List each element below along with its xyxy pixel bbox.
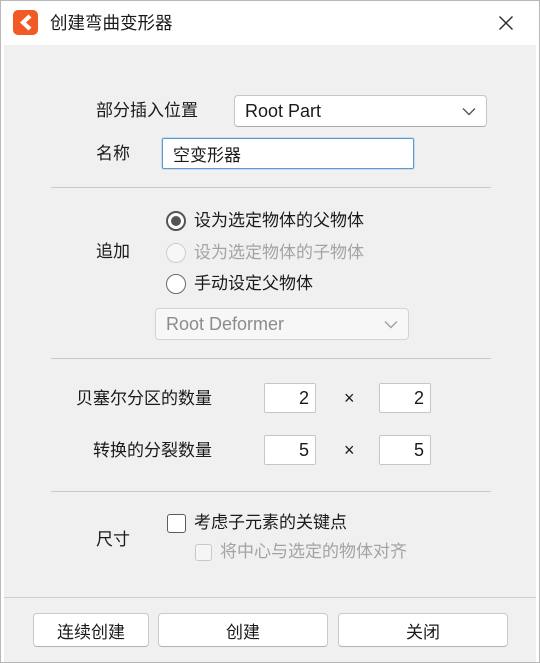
transform-divisions-x-input[interactable] xyxy=(264,435,316,465)
bezier-divisions-x-input[interactable] xyxy=(264,383,316,413)
bezier-divisions-label: 贝塞尔分区的数量 xyxy=(76,389,212,408)
close-icon xyxy=(499,16,513,30)
dialog-window: 创建弯曲变形器 部分插入位置 Root Part 名称 追加 设为选定物体的父物… xyxy=(0,0,540,663)
radio-set-as-child[interactable]: 设为选定物体的子物体 xyxy=(166,242,364,264)
continuous-create-button[interactable]: 连续创建 xyxy=(33,613,149,647)
checkbox[interactable] xyxy=(195,543,212,561)
window-title: 创建弯曲变形器 xyxy=(50,13,173,33)
close-window-button[interactable] xyxy=(489,6,523,40)
transform-divisions-y-input[interactable] xyxy=(379,435,431,465)
insert-position-label: 部分插入位置 xyxy=(96,101,198,120)
insert-position-value: Root Part xyxy=(245,100,322,121)
radio-button[interactable] xyxy=(166,274,186,294)
checkbox[interactable] xyxy=(167,513,186,533)
checkbox-consider-child-keypoints[interactable]: 考虑子元素的关键点 xyxy=(167,512,347,534)
radio-button[interactable] xyxy=(166,211,186,231)
times-sign: × xyxy=(344,440,355,460)
parent-deformer-dropdown[interactable]: Root Deformer xyxy=(155,308,409,340)
divider xyxy=(51,358,491,359)
radio-set-as-parent[interactable]: 设为选定物体的父物体 xyxy=(166,210,364,232)
append-label: 追加 xyxy=(96,242,130,261)
divider xyxy=(51,491,491,492)
name-input[interactable] xyxy=(162,138,414,169)
checkbox-label: 将中心与选定的物体对齐 xyxy=(220,542,407,561)
chevron-down-icon xyxy=(384,321,398,329)
close-button[interactable]: 关闭 xyxy=(338,613,508,647)
insert-position-dropdown[interactable]: Root Part xyxy=(234,95,487,127)
chevron-down-icon xyxy=(462,108,476,116)
footer-divider xyxy=(4,597,536,598)
radio-button[interactable] xyxy=(166,243,186,263)
create-button[interactable]: 创建 xyxy=(158,613,328,647)
radio-label: 手动设定父物体 xyxy=(194,274,313,293)
dialog-body: 部分插入位置 Root Part 名称 追加 设为选定物体的父物体 设为选定物体… xyxy=(4,45,536,662)
app-icon xyxy=(13,10,38,35)
name-label: 名称 xyxy=(96,144,130,163)
divider xyxy=(51,187,491,188)
parent-deformer-value: Root Deformer xyxy=(166,313,285,334)
radio-label: 设为选定物体的父物体 xyxy=(194,211,364,230)
checkbox-align-center[interactable]: 将中心与选定的物体对齐 xyxy=(195,541,407,563)
radio-label: 设为选定物体的子物体 xyxy=(194,243,364,262)
transform-divisions-label: 转换的分裂数量 xyxy=(93,441,212,460)
radio-manual-parent[interactable]: 手动设定父物体 xyxy=(166,273,313,295)
title-bar: 创建弯曲变形器 xyxy=(1,1,539,45)
bezier-divisions-y-input[interactable] xyxy=(379,383,431,413)
size-label: 尺寸 xyxy=(96,530,130,549)
times-sign: × xyxy=(344,388,355,408)
checkbox-label: 考虑子元素的关键点 xyxy=(194,513,347,532)
